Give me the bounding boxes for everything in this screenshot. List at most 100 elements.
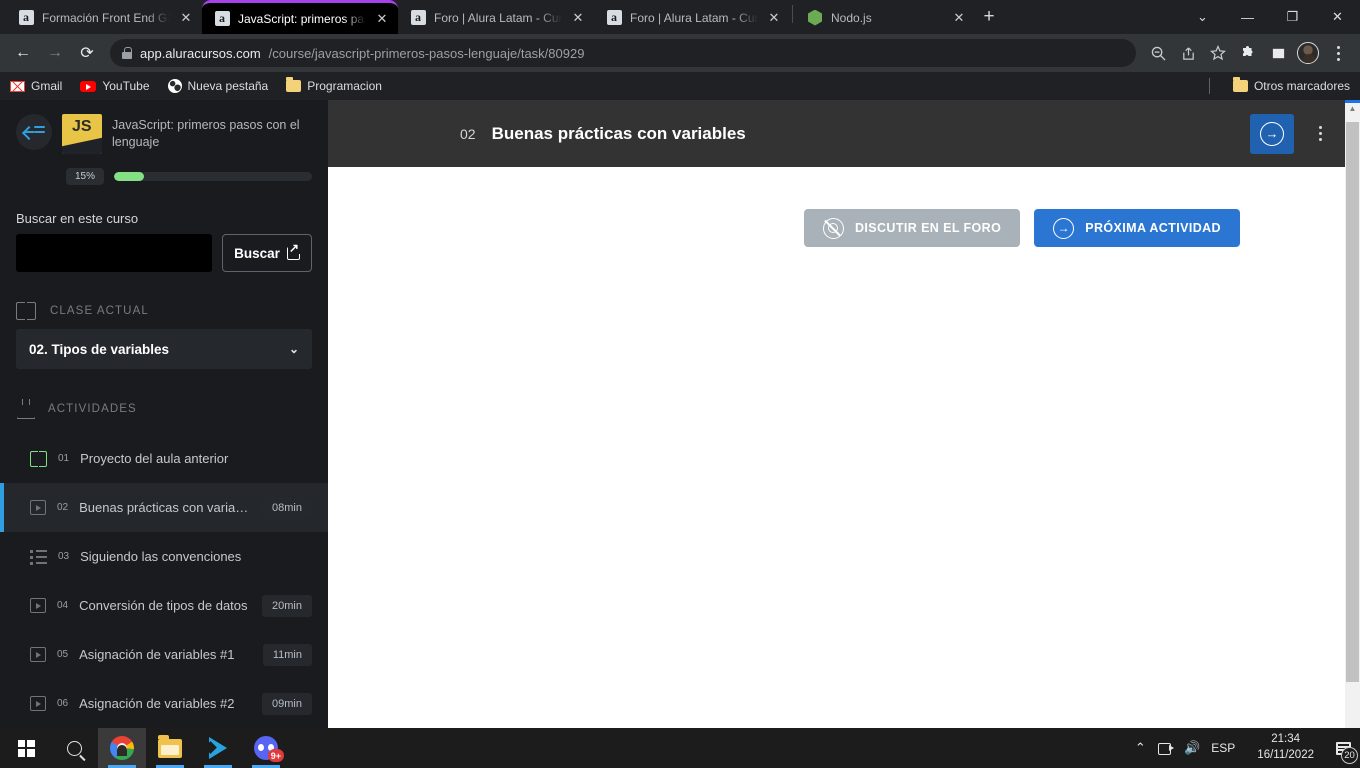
class-selector-value: 02. Tipos de variables bbox=[29, 341, 170, 357]
activity-number: 05 bbox=[57, 649, 69, 660]
progress-bar bbox=[114, 172, 312, 181]
activity-duration: 08min bbox=[262, 496, 312, 519]
bookmark-label: YouTube bbox=[102, 79, 150, 93]
language-indicator[interactable]: ESP bbox=[1205, 741, 1245, 755]
maximize-icon[interactable]: ❐ bbox=[1270, 0, 1315, 34]
chrome-menu-icon[interactable] bbox=[1324, 39, 1352, 67]
nodejs-icon bbox=[807, 10, 823, 26]
tab-separator bbox=[792, 4, 793, 23]
next-activity-header-button[interactable]: → bbox=[1250, 113, 1294, 154]
vscode-icon bbox=[206, 737, 230, 759]
tab-title: Foro | Alura Latam - Cursos d bbox=[630, 10, 758, 25]
activity-number: 04 bbox=[57, 600, 69, 611]
browser-tab-3[interactable]: a Foro | Alura Latam - Cursos d ✕ bbox=[398, 1, 594, 34]
bookmark-nueva-pestana[interactable]: Nueva pestaña bbox=[167, 79, 268, 93]
activity-item-03[interactable]: 03 Siguiendo las convenciones bbox=[0, 532, 328, 581]
activity-item-06[interactable]: 06 Asignación de variables #2 09min bbox=[0, 679, 328, 728]
lock-icon bbox=[122, 47, 132, 59]
page-title: Buenas prácticas con variables bbox=[491, 123, 746, 143]
video-icon bbox=[30, 598, 46, 613]
volume-icon[interactable]: 🔊 bbox=[1179, 728, 1205, 768]
bookmark-gmail[interactable]: Gmail bbox=[10, 79, 62, 93]
flask-icon bbox=[16, 399, 34, 418]
activity-name: Asignación de variables #2 bbox=[79, 696, 235, 711]
start-button[interactable] bbox=[2, 728, 50, 768]
discuss-forum-button[interactable]: DISCUTIR EN EL FORO bbox=[803, 209, 1021, 247]
search-input[interactable] bbox=[16, 234, 212, 272]
search-button[interactable] bbox=[50, 728, 98, 768]
activity-item-04[interactable]: 04 Conversión de tipos de datos 20min bbox=[0, 581, 328, 630]
share-icon[interactable] bbox=[1174, 39, 1202, 67]
tab-search-icon[interactable]: ⌄ bbox=[1180, 0, 1225, 34]
close-icon[interactable]: ✕ bbox=[178, 10, 194, 26]
windows-taskbar: 9+ ⌃ 🔊 ESP 21:34 16/11/2022 20 bbox=[0, 728, 1360, 768]
activity-item-02[interactable]: 02 Buenas prácticas con variables 08min bbox=[0, 483, 328, 532]
activity-duration: 09min bbox=[262, 692, 312, 715]
globe-icon bbox=[167, 79, 182, 93]
section-label: CLASE ACTUAL bbox=[50, 304, 149, 317]
network-icon[interactable] bbox=[1153, 728, 1179, 768]
class-selector-dropdown[interactable]: 02. Tipos de variables ⌄ bbox=[16, 329, 312, 369]
scrollbar-thumb[interactable] bbox=[1346, 122, 1359, 682]
profile-avatar[interactable] bbox=[1294, 39, 1322, 67]
browser-window: a Formación Front End G3 - O... ✕ a Java… bbox=[0, 0, 1360, 768]
zoom-out-icon[interactable] bbox=[1144, 39, 1172, 67]
reload-icon[interactable]: ⟳ bbox=[72, 38, 102, 68]
page-scrollbar[interactable]: ▲ bbox=[1345, 100, 1360, 728]
show-hidden-icons-icon[interactable]: ⌃ bbox=[1127, 728, 1153, 768]
kebab-menu-icon[interactable] bbox=[1310, 126, 1330, 141]
browser-tab-5[interactable]: Nodo.js ✕ bbox=[795, 1, 975, 34]
book-icon bbox=[16, 302, 36, 320]
extensions-icon[interactable] bbox=[1234, 39, 1262, 67]
activity-name: Siguiendo las convenciones bbox=[80, 549, 242, 564]
external-link-icon bbox=[286, 241, 300, 260]
bookmarks-bar: Gmail YouTube Nueva pestaña Programacion… bbox=[0, 72, 1360, 100]
lesson-header: 02 Buenas prácticas con variables → bbox=[328, 100, 1360, 167]
activity-item-01[interactable]: 01 Proyecto del aula anterior bbox=[0, 434, 328, 483]
course-sidebar: JavaScript: primeros pasos con el lengua… bbox=[0, 100, 328, 728]
tab-title: Nodo.js bbox=[831, 10, 872, 25]
address-bar[interactable]: app.aluracursos.com/course/javascript-pr… bbox=[110, 39, 1136, 67]
close-icon[interactable]: ✕ bbox=[766, 10, 782, 26]
forward-icon[interactable]: → bbox=[40, 38, 70, 68]
browser-tab-4[interactable]: a Foro | Alura Latam - Cursos d ✕ bbox=[594, 1, 790, 34]
address-path: /course/javascript-primeros-pasos-lengua… bbox=[268, 45, 585, 61]
alura-icon: a bbox=[214, 11, 230, 27]
activity-item-05[interactable]: 05 Asignación de variables #1 11min bbox=[0, 630, 328, 679]
folder-icon bbox=[286, 77, 302, 92]
notification-center-button[interactable]: 20 bbox=[1326, 728, 1360, 768]
bookmark-star-icon[interactable] bbox=[1204, 39, 1232, 67]
close-icon[interactable]: ✕ bbox=[951, 10, 967, 26]
bookmark-youtube[interactable]: YouTube bbox=[80, 79, 150, 93]
gmail-icon bbox=[10, 80, 25, 92]
open-book-green-icon bbox=[30, 451, 47, 467]
other-bookmarks-button[interactable]: Otros marcadores bbox=[1232, 77, 1350, 93]
bookmark-programacion[interactable]: Programacion bbox=[286, 77, 382, 93]
section-actividades: ACTIVIDADES bbox=[0, 369, 328, 428]
discord-button[interactable]: 9+ bbox=[242, 728, 290, 768]
vscode-button[interactable] bbox=[194, 728, 242, 768]
clock[interactable]: 21:34 16/11/2022 bbox=[1245, 732, 1326, 763]
file-explorer-button[interactable] bbox=[146, 728, 194, 768]
activity-duration: 11min bbox=[262, 643, 312, 666]
collapse-left-icon[interactable] bbox=[16, 114, 52, 150]
clock-date: 16/11/2022 bbox=[1257, 749, 1314, 761]
sidebar-header: JavaScript: primeros pasos con el lengua… bbox=[0, 100, 328, 154]
bookmark-label: Gmail bbox=[31, 79, 63, 93]
minimize-icon[interactable]: — bbox=[1225, 0, 1270, 34]
circle-arrow-right-icon: → bbox=[1260, 121, 1284, 146]
side-panel-icon[interactable] bbox=[1264, 39, 1292, 67]
browser-tabstrip: a Formación Front End G3 - O... ✕ a Java… bbox=[0, 0, 1360, 34]
next-activity-button[interactable]: → PRÓXIMA ACTIVIDAD bbox=[1034, 209, 1240, 247]
search-button[interactable]: Buscar bbox=[222, 234, 312, 272]
browser-tab-2-active[interactable]: a JavaScript: primeros pasos co ✕ bbox=[202, 0, 398, 34]
chrome-icon bbox=[110, 736, 134, 760]
page-content: JavaScript: primeros pasos con el lengua… bbox=[0, 100, 1360, 728]
back-icon[interactable]: ← bbox=[8, 38, 38, 68]
close-icon[interactable]: ✕ bbox=[374, 11, 390, 27]
close-icon[interactable]: ✕ bbox=[570, 10, 586, 26]
new-tab-button[interactable]: + bbox=[975, 3, 1003, 31]
browser-tab-1[interactable]: a Formación Front End G3 - O... ✕ bbox=[6, 1, 202, 34]
close-window-icon[interactable]: ✕ bbox=[1315, 0, 1360, 34]
chrome-button[interactable] bbox=[98, 728, 146, 768]
